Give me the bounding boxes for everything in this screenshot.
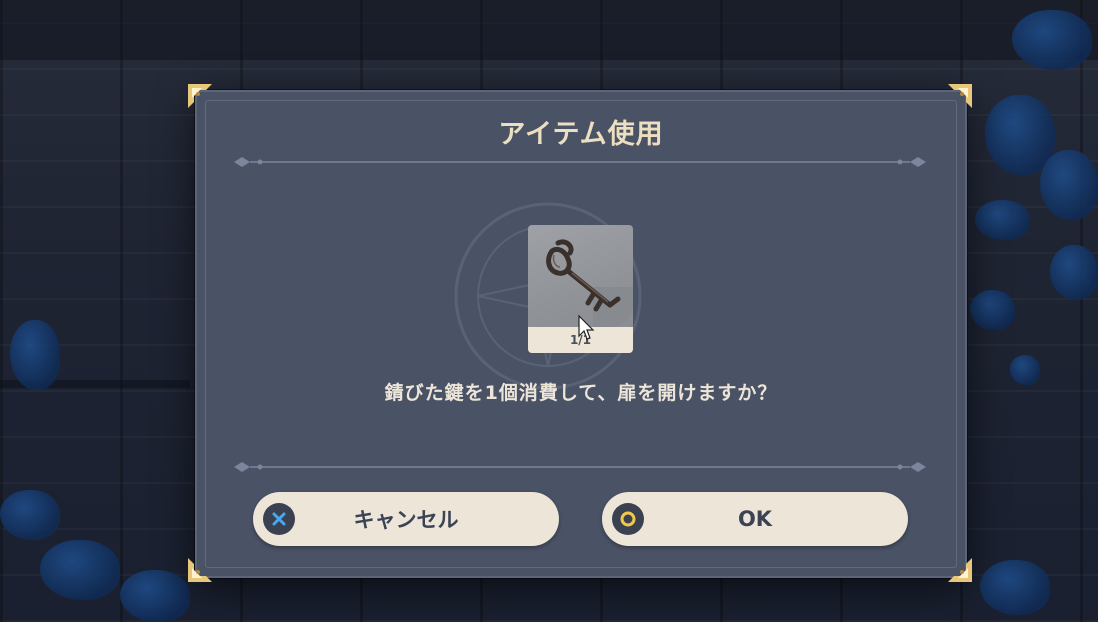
corner-ornament-icon: [946, 556, 974, 584]
circle-icon: [612, 503, 644, 535]
dialog-title: アイテム使用: [498, 119, 664, 150]
leaf: [1040, 150, 1098, 220]
leaf: [1050, 245, 1098, 300]
corner-ornament-icon: [186, 82, 214, 110]
corner-ornament-icon: [946, 82, 974, 110]
ok-button-label: OK: [737, 507, 773, 531]
leaf: [10, 320, 60, 390]
cross-icon: [263, 503, 295, 535]
ornamental-divider: [230, 459, 930, 475]
mouse-cursor-icon: [578, 314, 595, 340]
leaf: [980, 560, 1050, 615]
ornamental-divider: [230, 154, 930, 170]
leaf: [1010, 355, 1040, 385]
leaf: [120, 570, 190, 622]
leaf: [975, 200, 1030, 240]
cancel-button-label: キャンセル: [353, 508, 459, 532]
confirm-message: 錆びた鍵を1個消費して、扉を開けますか？: [384, 382, 778, 404]
ok-button[interactable]: OK: [602, 492, 908, 546]
leaf: [970, 290, 1015, 330]
leaf: [1012, 10, 1092, 70]
wood-beam: [0, 0, 1098, 60]
leaf: [0, 490, 60, 540]
leaf: [40, 540, 120, 600]
corner-ornament-icon: [186, 556, 214, 584]
rusty-key-icon: [546, 239, 621, 312]
cancel-button[interactable]: キャンセル: [253, 492, 559, 546]
